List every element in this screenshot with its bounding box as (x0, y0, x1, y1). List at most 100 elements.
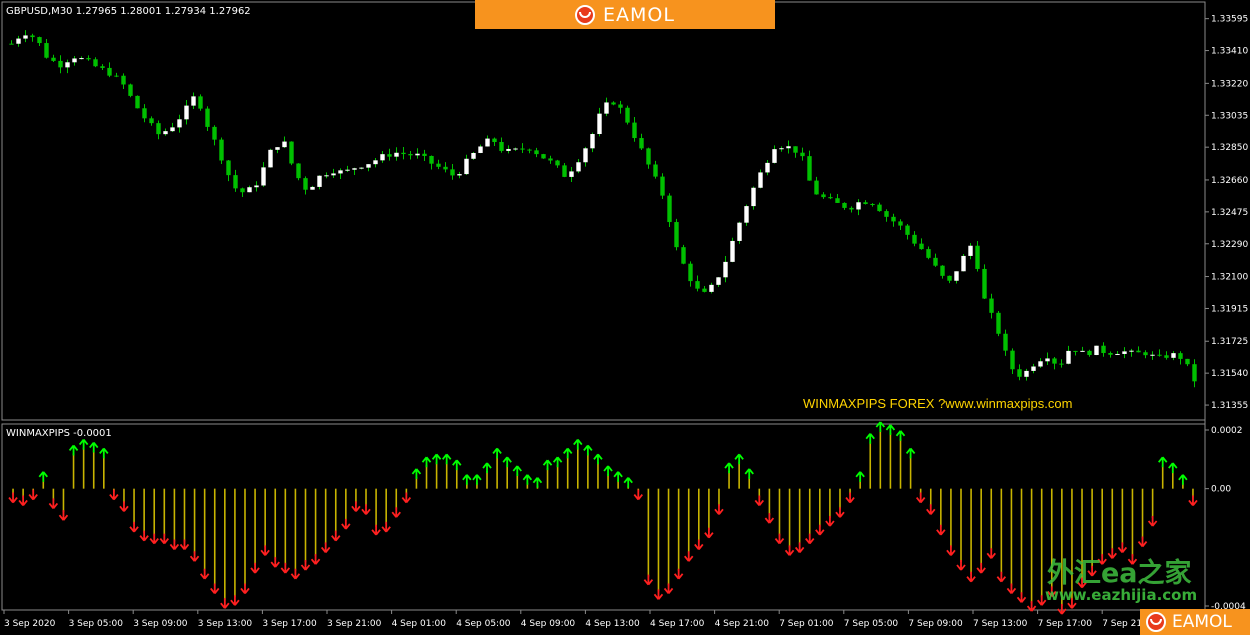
bear-candle (660, 176, 665, 196)
bull-candle (352, 168, 357, 170)
bear-candle (212, 126, 217, 140)
bull-candle (590, 134, 595, 149)
time-tick-label: 4 Sep 17:00 (650, 619, 705, 629)
bear-candle (100, 66, 105, 68)
bear-candle (919, 243, 924, 250)
bear-candle (156, 123, 161, 135)
bear-candle (975, 245, 980, 269)
time-tick-label: 4 Sep 01:00 (392, 619, 447, 629)
bull-candle (604, 102, 609, 114)
bull-candle (1031, 366, 1036, 371)
bull-candle (380, 154, 385, 161)
bear-candle (807, 156, 812, 181)
bull-candle (317, 175, 322, 187)
bull-candle (583, 148, 588, 163)
bull-candle (954, 271, 959, 281)
price-tick-label: 1.32475 (1211, 208, 1248, 218)
price-tick-label: 1.33410 (1211, 47, 1248, 57)
bear-candle (793, 146, 798, 153)
bear-candle (940, 265, 945, 276)
time-tick-label: 3 Sep 2020 (4, 619, 56, 629)
bull-candle (394, 152, 399, 157)
bear-candle (989, 298, 994, 313)
bull-candle (709, 284, 714, 292)
price-tick-label: 1.32100 (1211, 273, 1248, 283)
bear-candle (128, 84, 133, 96)
banner-text: EAMOL (603, 3, 675, 26)
bull-candle (261, 167, 266, 186)
bear-candle (114, 75, 119, 77)
bull-candle (191, 96, 196, 106)
bear-candle (702, 288, 707, 292)
bear-candle (996, 312, 1001, 334)
bear-candle (387, 154, 392, 157)
bull-candle (415, 153, 420, 156)
bear-candle (240, 188, 245, 193)
bear-candle (905, 225, 910, 235)
bear-candle (401, 152, 406, 155)
bear-candle (877, 204, 882, 212)
time-tick-label: 3 Sep 09:00 (133, 619, 188, 629)
footer-logo-icon (1146, 612, 1166, 632)
bear-candle (639, 138, 644, 149)
bull-candle (345, 169, 350, 171)
bear-candle (1185, 358, 1190, 365)
bear-candle (1073, 350, 1078, 352)
bear-candle (226, 160, 231, 176)
bull-candle (324, 175, 329, 177)
bull-candle (23, 35, 28, 39)
bull-candle (1038, 361, 1043, 367)
bull-candle (170, 127, 175, 132)
bear-candle (800, 152, 805, 157)
bear-candle (1059, 363, 1064, 365)
bear-candle (1136, 350, 1141, 353)
chart-canvas[interactable]: 1.33595 1.33410 1.33220 1.33035 1.32850 1.326… (0, 0, 1250, 635)
bull-candle (457, 174, 462, 176)
bear-candle (296, 163, 301, 179)
bear-candle (520, 148, 525, 150)
bear-candle (142, 108, 147, 119)
bear-candle (947, 275, 952, 281)
bear-candle (814, 180, 819, 195)
bear-candle (121, 75, 126, 85)
bear-candle (233, 175, 238, 189)
price-tick-label: 1.32660 (1211, 176, 1248, 186)
time-tick-label: 4 Sep 09:00 (521, 619, 576, 629)
bear-candle (51, 57, 56, 61)
bear-candle (674, 222, 679, 248)
bear-candle (1178, 353, 1183, 359)
bear-candle (863, 202, 868, 205)
bull-candle (268, 149, 273, 168)
indicator-tick-label: 0.00 (1211, 485, 1231, 495)
indicator-tick-label: 0.0002 (1211, 426, 1243, 436)
bull-candle (737, 222, 742, 241)
time-tick-label: 3 Sep 21:00 (327, 619, 382, 629)
bull-candle (758, 172, 763, 188)
price-tick-label: 1.31355 (1211, 401, 1248, 411)
bear-candle (1143, 352, 1148, 356)
bull-candle (275, 147, 280, 150)
bear-candle (303, 178, 308, 190)
bull-candle (786, 146, 791, 149)
time-tick-label: 4 Sep 13:00 (585, 619, 640, 629)
bull-candle (359, 167, 364, 169)
bull-candle (744, 206, 749, 223)
bull-candle (961, 255, 966, 272)
bear-candle (884, 211, 889, 217)
bear-candle (58, 60, 63, 68)
bear-candle (86, 58, 91, 60)
bear-candle (149, 118, 154, 124)
bull-candle (1171, 353, 1176, 358)
bear-candle (37, 37, 42, 44)
bull-candle (1115, 353, 1120, 355)
bear-candle (408, 154, 413, 156)
time-tick-label: 7 Sep 13:00 (973, 619, 1028, 629)
bear-candle (1192, 364, 1197, 382)
time-tick-label: 7 Sep 09:00 (908, 619, 963, 629)
time-tick-label: 3 Sep 17:00 (262, 619, 317, 629)
bull-candle (79, 58, 84, 60)
bear-candle (870, 204, 875, 206)
bear-candle (912, 234, 917, 244)
bull-candle (373, 160, 378, 165)
bull-candle (485, 138, 490, 147)
